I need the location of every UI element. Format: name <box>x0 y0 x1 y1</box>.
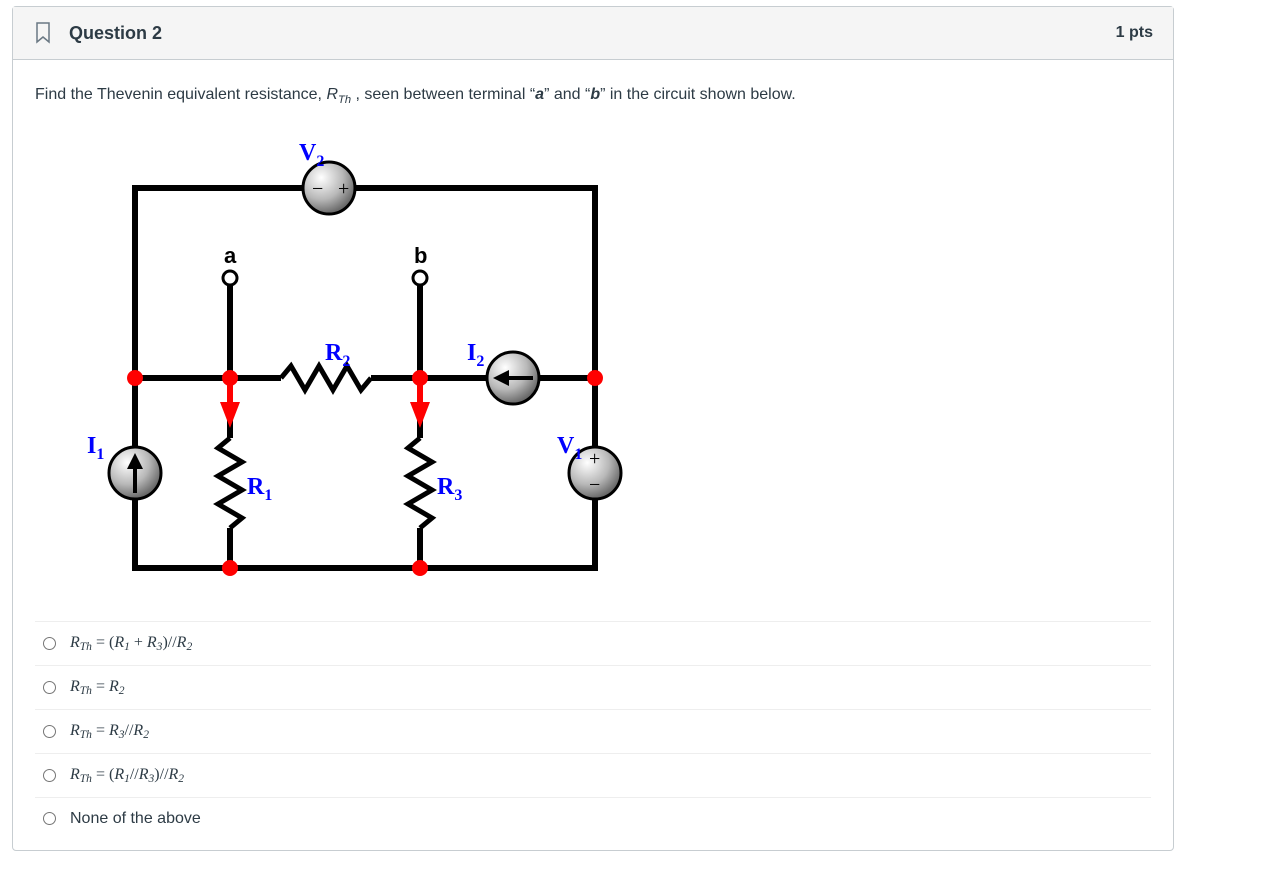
question-title: Question 2 <box>69 23 162 44</box>
answer-list: RTh = (R1 + R3)//R2 RTh = R2 RTh = R3//R… <box>35 621 1151 840</box>
question-prompt: Find the Thevenin equivalent resistance,… <box>35 86 1151 106</box>
svg-text:R2: R2 <box>325 340 350 370</box>
answer-radio-5[interactable] <box>43 812 56 825</box>
answer-option-2[interactable]: RTh = R2 <box>35 666 1151 710</box>
svg-text:−: − <box>589 474 600 496</box>
answer-radio-2[interactable] <box>43 681 56 694</box>
svg-text:R1: R1 <box>247 474 272 504</box>
answer-option-1[interactable]: RTh = (R1 + R3)//R2 <box>35 622 1151 666</box>
label-r2: R <box>325 340 343 366</box>
svg-text:R3: R3 <box>437 474 462 504</box>
answer-text-4: RTh = (R1//R3)//R2 <box>70 766 184 785</box>
rth-var: R <box>326 86 338 103</box>
label-terminal-b: b <box>414 243 427 268</box>
label-r3s: 3 <box>454 487 462 504</box>
svg-text:V1: V1 <box>557 433 582 463</box>
label-r2s: 2 <box>342 353 350 370</box>
label-terminal-a: a <box>224 243 237 268</box>
answer-text-2: RTh = R2 <box>70 678 125 697</box>
question-points: 1 pts <box>1116 24 1153 42</box>
label-r1s: 1 <box>264 487 272 504</box>
answer-radio-3[interactable] <box>43 725 56 738</box>
svg-text:+: + <box>589 448 600 470</box>
answer-option-3[interactable]: RTh = R3//R2 <box>35 710 1151 754</box>
svg-text:I2: I2 <box>467 340 484 370</box>
svg-text:V2: V2 <box>299 140 324 170</box>
question-body: Find the Thevenin equivalent resistance,… <box>13 60 1173 850</box>
prompt-mid: , seen between terminal “ <box>351 86 535 103</box>
prompt-text-pre: Find the Thevenin equivalent resistance, <box>35 86 326 103</box>
prompt-between: ” and “ <box>544 86 590 103</box>
label-v1s: 1 <box>574 446 582 463</box>
terminal-b: b <box>590 86 600 103</box>
label-i1s: 1 <box>96 446 104 463</box>
label-i2s: 2 <box>476 353 484 370</box>
answer-radio-4[interactable] <box>43 769 56 782</box>
answer-option-5[interactable]: None of the above <box>35 798 1151 840</box>
answer-text-1: RTh = (R1 + R3)//R2 <box>70 634 192 653</box>
prompt-post: ” in the circuit shown below. <box>600 86 796 103</box>
label-r1: R <box>247 474 265 500</box>
svg-text:+: + <box>338 178 349 200</box>
answer-text-3: RTh = R3//R2 <box>70 722 149 741</box>
label-i2: I <box>467 340 476 366</box>
label-v2s: 2 <box>316 153 324 170</box>
svg-text:I1: I1 <box>87 433 104 463</box>
svg-text:−: − <box>312 178 323 200</box>
bookmark-icon[interactable] <box>33 21 53 45</box>
label-r3: R <box>437 474 455 500</box>
terminal-a: a <box>535 86 544 103</box>
answer-option-4[interactable]: RTh = (R1//R3)//R2 <box>35 754 1151 798</box>
answer-radio-1[interactable] <box>43 637 56 650</box>
question-header: Question 2 1 pts <box>13 7 1173 60</box>
rth-sub: Th <box>338 94 351 106</box>
label-i1: I <box>87 433 96 459</box>
label-v1: V <box>557 433 575 459</box>
answer-text-5: None of the above <box>70 810 201 828</box>
circuit-diagram: − + V2 a b R2 I2 <box>35 128 635 603</box>
question-card: Question 2 1 pts Find the Thevenin equiv… <box>12 6 1174 851</box>
label-v2: V <box>299 140 317 166</box>
